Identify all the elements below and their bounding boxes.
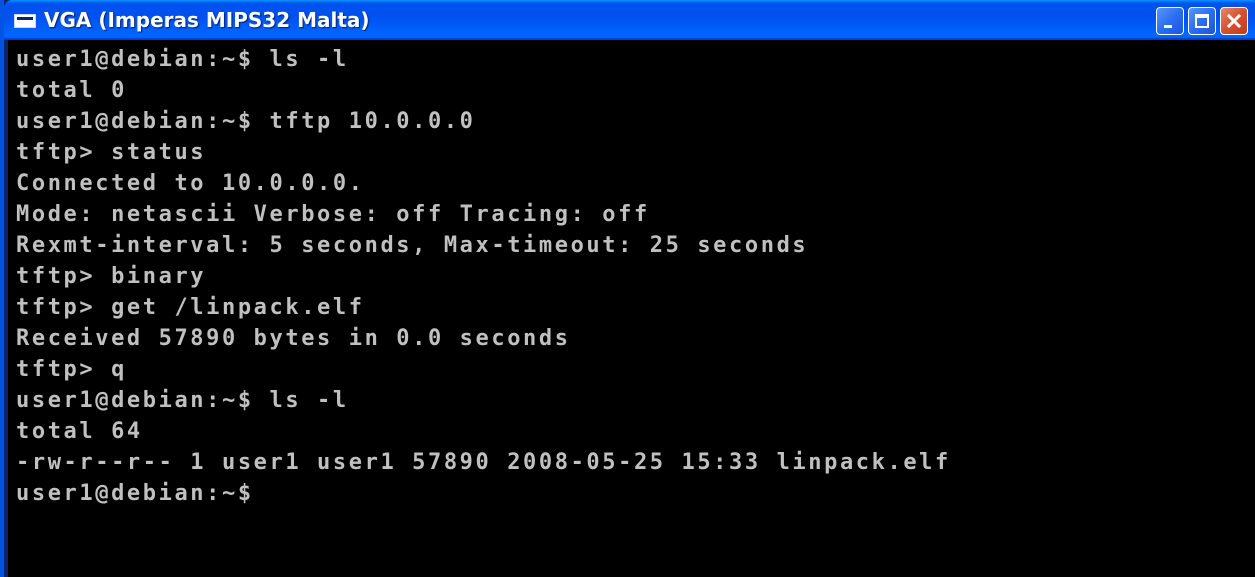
terminal-line: tftp> get /linpack.elf — [16, 295, 365, 320]
maximize-icon — [1195, 14, 1209, 28]
minimize-button[interactable] — [1156, 7, 1184, 35]
terminal-line: Rexmt-interval: 5 seconds, Max-timeout: … — [16, 233, 809, 258]
terminal-screen[interactable]: user1@debian:~$ ls -l total 0 user1@debi… — [8, 40, 1255, 577]
terminal-line: tftp> q — [16, 357, 127, 382]
terminal-line: -rw-r--r-- 1 user1 user1 57890 2008-05-2… — [16, 450, 951, 475]
terminal-window-icon[interactable] — [14, 14, 36, 28]
terminal-line: Received 57890 bytes in 0.0 seconds — [16, 326, 571, 351]
vga-window: VGA (Imperas MIPS32 Malta) user1@debian:… — [0, 0, 1255, 577]
title-bar[interactable]: VGA (Imperas MIPS32 Malta) — [4, 0, 1255, 40]
terminal-line: user1@debian:~$ ls -l — [16, 388, 349, 413]
close-button[interactable] — [1220, 7, 1248, 35]
terminal-line: Mode: netascii Verbose: off Tracing: off — [16, 202, 650, 227]
terminal-line: total 0 — [16, 78, 127, 103]
terminal-line: tftp> binary — [16, 264, 207, 289]
terminal-line: total 64 — [16, 419, 143, 444]
terminal-line: Connected to 10.0.0.0. — [16, 171, 365, 196]
window-title: VGA (Imperas MIPS32 Malta) — [44, 8, 370, 32]
maximize-button[interactable] — [1188, 7, 1216, 35]
minimize-icon — [1164, 25, 1172, 28]
terminal-prompt: user1@debian:~$ — [16, 481, 254, 506]
terminal-line: tftp> status — [16, 140, 207, 165]
close-icon — [1226, 13, 1242, 29]
terminal-line: user1@debian:~$ ls -l — [16, 47, 349, 72]
terminal-line: user1@debian:~$ tftp 10.0.0.0 — [16, 109, 476, 134]
